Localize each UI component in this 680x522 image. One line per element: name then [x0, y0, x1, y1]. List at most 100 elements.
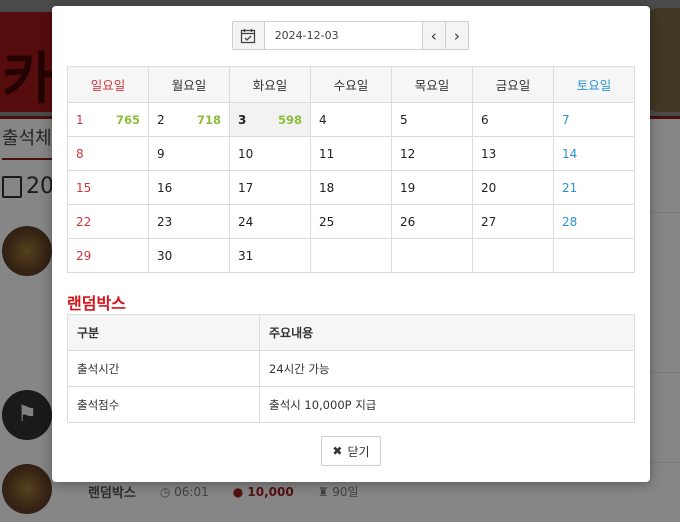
calendar-day-cell[interactable]: 27: [472, 204, 554, 239]
calendar-day-number: 2: [157, 112, 165, 127]
calendar-day-cell[interactable]: 8: [67, 136, 149, 171]
calendar-day-cell[interactable]: 2 718: [148, 102, 230, 137]
calendar-day-cell[interactable]: 18: [310, 170, 392, 205]
calendar-day-cell[interactable]: 10: [229, 136, 311, 171]
calendar-day-cell[interactable]: 12: [391, 136, 473, 171]
date-input[interactable]: [264, 22, 422, 49]
calendar-day-number: 21: [562, 180, 578, 195]
calendar-day-number: 22: [76, 214, 92, 229]
calendar-day-cell[interactable]: 29: [67, 238, 149, 273]
calendar-day-number: 25: [319, 214, 335, 229]
calendar-day-cell[interactable]: 21: [553, 170, 635, 205]
calendar-weekday-row: 일요일 월요일 화요일 수요일 목요일 금요일 토요일: [67, 66, 635, 103]
close-icon: ✖: [332, 444, 343, 458]
calendar-day-number: 26: [400, 214, 416, 229]
close-button-label: 닫기: [347, 444, 370, 459]
calendar-week-row: 8 9 10 11 12 13 14: [67, 136, 635, 171]
calendar-day-cell[interactable]: 9: [148, 136, 230, 171]
chevron-right-icon: ›: [453, 26, 460, 45]
calendar-day-cell[interactable]: 7: [553, 102, 635, 137]
calendar-week-row: 1 765 2 718 3 598 4 5 6 7: [67, 102, 635, 137]
calendar-day-number: 17: [238, 180, 254, 195]
calendar-day-number: 8: [76, 146, 84, 161]
calendar-day-number: 14: [562, 146, 578, 161]
calendar-day-number: 7: [562, 112, 570, 127]
calendar-empty-cell: [391, 238, 473, 273]
calendar-day-cell[interactable]: 1 765: [67, 102, 149, 137]
calendar-day-points: 598: [277, 112, 302, 127]
attendance-modal: ‹ › 일요일 월요일 화요일 수요일 목요일 금요일 토요일 17652718…: [52, 6, 650, 482]
calendar-day-cell[interactable]: 25: [310, 204, 392, 239]
calendar-day-cell[interactable]: 24: [229, 204, 311, 239]
calendar-day-cell[interactable]: 14: [553, 136, 635, 171]
calendar-day-cell[interactable]: 16: [148, 170, 230, 205]
close-button[interactable]: ✖ 닫기: [321, 436, 381, 466]
calendar-week-row: 29 30 31: [67, 238, 635, 273]
calendar-day-number: 1: [76, 112, 84, 127]
calendar-day-number: 31: [238, 248, 254, 263]
section-title: 랜덤박스: [67, 294, 126, 313]
calendar-day-number: 16: [157, 180, 173, 195]
info-cell-category: 출석점수: [67, 386, 260, 423]
date-picker: ‹ ›: [232, 21, 469, 50]
calendar-day-number: 18: [319, 180, 335, 195]
calendar-day-number: 9: [157, 146, 165, 161]
calendar-day-number: 27: [481, 214, 497, 229]
calendar-day-cell[interactable]: 28: [553, 204, 635, 239]
calendar-day-cell[interactable]: 11: [310, 136, 392, 171]
calendar-day-number: 19: [400, 180, 416, 195]
prev-month-button[interactable]: ‹: [421, 22, 445, 49]
calendar-day-cell[interactable]: 19: [391, 170, 473, 205]
info-header-content: 주요내용: [259, 314, 635, 351]
info-cell-category: 출석시간: [67, 350, 260, 387]
calendar-day-number: 28: [562, 214, 578, 229]
calendar-day-points: 765: [115, 112, 140, 127]
calendar-day-number: 29: [76, 248, 92, 263]
calendar-day-cell[interactable]: 15: [67, 170, 149, 205]
calendar-week-row: 22 23 24 25 26 27 28: [67, 204, 635, 239]
weekday-friday: 금요일: [472, 66, 554, 103]
calendar-day-cell[interactable]: 5: [391, 102, 473, 137]
calendar-day-number: 5: [400, 112, 408, 127]
info-cell-content: 출석시 10,000P 지급: [259, 386, 635, 423]
table-row: 출석점수 출석시 10,000P 지급: [67, 386, 635, 423]
weekday-saturday: 토요일: [553, 66, 635, 103]
calendar-day-cell[interactable]: 13: [472, 136, 554, 171]
calendar-day-number: 3: [238, 112, 247, 127]
info-header-category: 구분: [67, 314, 260, 351]
calendar-day-number: 30: [157, 248, 173, 263]
info-cell-content: 24시간 가능: [259, 350, 635, 387]
calendar-day-cell[interactable]: 20: [472, 170, 554, 205]
attendance-info-table: 구분 주요내용 출석시간 24시간 가능 출석점수 출석시 10,000P 지급: [67, 314, 635, 423]
calendar-day-number: 10: [238, 146, 254, 161]
calendar-day-points: 718: [196, 112, 221, 127]
calendar-check-icon[interactable]: [233, 22, 265, 49]
calendar-day-cell[interactable]: 26: [391, 204, 473, 239]
calendar-empty-cell: [310, 238, 392, 273]
calendar-day-cell[interactable]: 4: [310, 102, 392, 137]
chevron-left-icon: ‹: [430, 26, 437, 45]
weekday-wednesday: 수요일: [310, 66, 392, 103]
calendar-day-number: 23: [157, 214, 173, 229]
weekday-thursday: 목요일: [391, 66, 473, 103]
calendar-day-cell[interactable]: 6: [472, 102, 554, 137]
calendar-day-cell[interactable]: 23: [148, 204, 230, 239]
calendar-day-number: 4: [319, 112, 327, 127]
calendar-week-row: 15 16 17 18 19 20 21: [67, 170, 635, 205]
next-month-button[interactable]: ›: [444, 22, 468, 49]
weekday-tuesday: 화요일: [229, 66, 311, 103]
calendar-day-cell[interactable]: 3 598: [229, 102, 311, 137]
calendar-empty-cell: [472, 238, 554, 273]
calendar-day-number: 6: [481, 112, 489, 127]
calendar-day-number: 24: [238, 214, 254, 229]
calendar-day-cell[interactable]: 30: [148, 238, 230, 273]
calendar-day-cell[interactable]: 31: [229, 238, 311, 273]
attendance-calendar: 일요일 월요일 화요일 수요일 목요일 금요일 토요일 1 765 2 718 3 598…: [67, 66, 635, 273]
calendar-day-number: 20: [481, 180, 497, 195]
weekday-monday: 월요일: [148, 66, 230, 103]
info-header-row: 구분 주요내용: [67, 314, 635, 351]
calendar-day-cell[interactable]: 22: [67, 204, 149, 239]
weekday-sunday: 일요일: [67, 66, 149, 103]
calendar-day-number: 13: [481, 146, 497, 161]
calendar-day-cell[interactable]: 17: [229, 170, 311, 205]
